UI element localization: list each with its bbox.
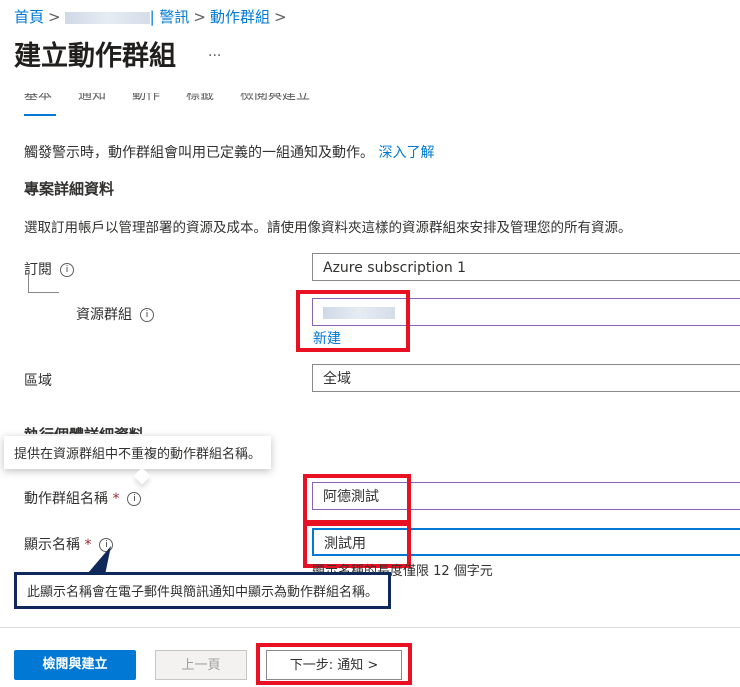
breadcrumb-home[interactable]: 首頁 — [14, 8, 44, 26]
resource-group-label: 資源群組 i — [76, 304, 154, 324]
tooltip-arrow — [133, 467, 151, 485]
tooltip-name: 提供在資源群組中不重複的動作群組名稱。 — [4, 436, 272, 469]
tab-notifications[interactable]: 通知 — [78, 93, 106, 109]
learn-more-link[interactable]: 深入了解 — [378, 145, 434, 161]
highlight-box — [296, 290, 410, 352]
intro: 觸發警示時，動作群組會叫用已定義的一組通知及動作。 深入了解 — [24, 142, 434, 162]
tab-actions[interactable]: 動作 — [132, 93, 160, 109]
tooltip-display-name: 此顯示名稱會在電子郵件與簡訊通知中顯示為動作群組名稱。 — [14, 572, 392, 609]
region-select[interactable]: 全域 — [312, 364, 740, 392]
divider — [0, 627, 740, 628]
review-create-button[interactable]: 檢閱與建立 — [14, 650, 136, 680]
region-label: 區域 — [24, 373, 52, 389]
info-icon[interactable]: i — [140, 308, 154, 322]
project-desc: 選取訂用帳戶以管理部署的資源及成本。請使用像資料夾這樣的資源群組來安排及管理您的… — [24, 220, 632, 236]
more-button[interactable]: ... — [208, 44, 221, 60]
arrow-annotation — [88, 546, 111, 575]
highlight-box — [303, 474, 411, 524]
subscription-select[interactable]: Azure subscription 1 — [312, 253, 740, 281]
tab-bar: 基本 通知 動作 標籤 檢閱與建立 — [24, 93, 310, 109]
project-heading: 專案詳細資料 — [24, 180, 115, 198]
active-tab-indicator — [24, 114, 56, 116]
page-title: 建立動作群組 — [14, 41, 176, 72]
info-icon[interactable]: i — [60, 263, 74, 277]
tab-tags[interactable]: 標籤 — [186, 93, 214, 109]
breadcrumb: 首頁 > | 警訊 > 動作群組 > — [14, 8, 287, 26]
action-group-name-label: 動作群組名稱 * i — [24, 488, 142, 508]
tab-review[interactable]: 檢閱與建立 — [240, 93, 310, 109]
instance-heading: 執行個體詳細資料 — [24, 424, 144, 434]
previous-button[interactable]: 上一頁 — [155, 650, 247, 680]
tree-connector — [28, 274, 59, 293]
breadcrumb-alerts[interactable]: | 警訊 — [150, 8, 190, 26]
info-icon[interactable]: i — [127, 492, 142, 506]
blurred-crumb — [64, 11, 150, 24]
intro-text: 觸發警示時，動作群組會叫用已定義的一組通知及動作。 — [24, 145, 374, 161]
breadcrumb-action-groups[interactable]: 動作群組 — [210, 8, 270, 26]
highlight-box — [256, 643, 412, 685]
tab-basics[interactable]: 基本 — [24, 93, 52, 109]
